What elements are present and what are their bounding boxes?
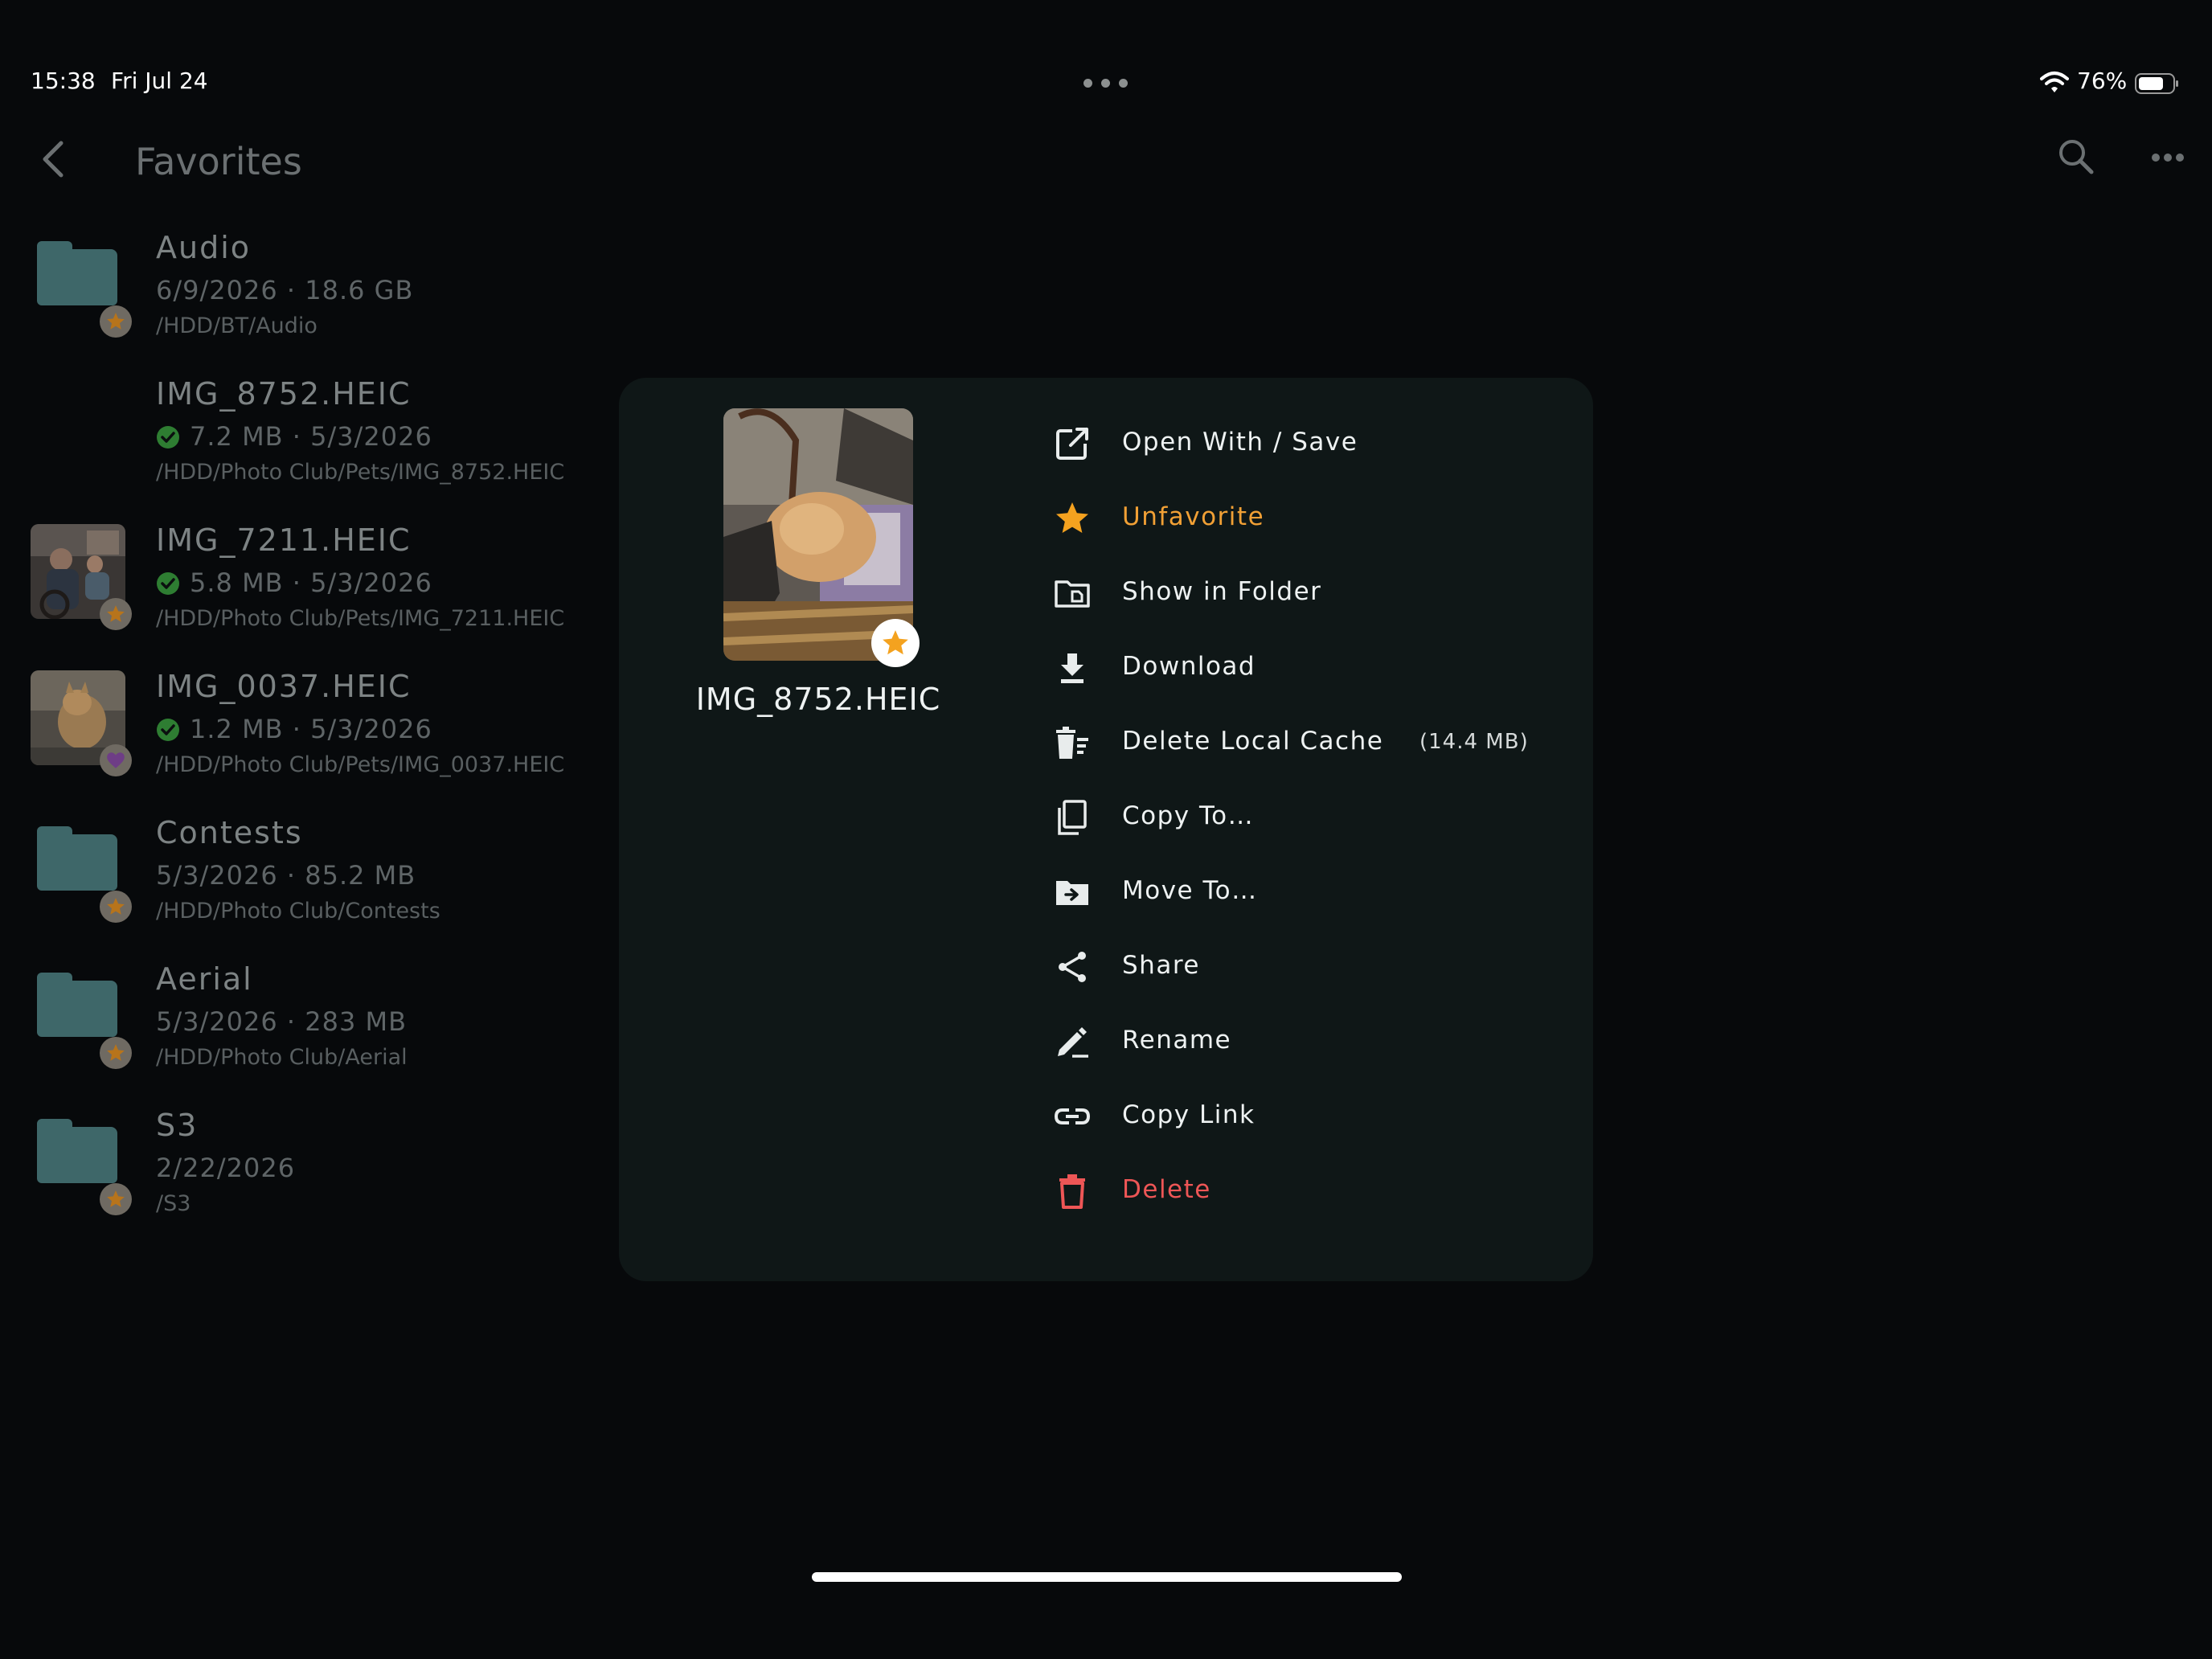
list-item[interactable]: IMG_0037.HEIC 1.2 MB · 5/3/2026 /HDD/Pho… xyxy=(0,656,611,801)
status-bar: 15:38 Fri Jul 24 76% xyxy=(0,0,2212,113)
multitasking-dots-icon[interactable] xyxy=(1083,79,1129,88)
item-meta: 1.2 MB · 5/3/2026 xyxy=(156,714,432,744)
synced-check-icon xyxy=(157,719,179,741)
menu-label: Copy Link xyxy=(1122,1100,1256,1129)
item-path: /HDD/Photo Club/Pets/IMG_8752.HEIC xyxy=(156,460,565,485)
back-chevron-icon[interactable] xyxy=(39,138,68,180)
menu-label: Rename xyxy=(1122,1026,1232,1055)
folder-icon xyxy=(37,1119,117,1183)
more-options-icon[interactable] xyxy=(2151,153,2185,162)
menu-label: Unfavorite xyxy=(1122,502,1265,531)
preview-file-name: IMG_8752.HEIC xyxy=(695,682,941,717)
list-item[interactable]: IMG_8752.HEIC 7.2 MB · 5/3/2026 /HDD/Pho… xyxy=(0,363,611,508)
favorite-star-badge-icon xyxy=(871,619,920,667)
menu-label: Show in Folder xyxy=(1122,577,1322,606)
menu-item-unfavorite[interactable]: Unfavorite xyxy=(1053,486,1567,551)
folder-show-icon xyxy=(1055,580,1090,608)
menu-item-download[interactable]: Download xyxy=(1053,636,1567,700)
trash-icon xyxy=(1059,1174,1085,1209)
menu-item-move-to[interactable]: Move To… xyxy=(1053,860,1567,924)
list-item[interactable]: Contests 5/3/2026 · 85.2 MB /HDD/Photo C… xyxy=(0,802,611,947)
item-name: S3 xyxy=(156,1108,199,1143)
menu-label: Move To… xyxy=(1122,876,1258,905)
wifi-icon xyxy=(2040,72,2069,92)
favorite-star-badge-icon xyxy=(100,1183,132,1215)
menu-item-open-with[interactable]: Open With / Save xyxy=(1053,412,1567,476)
favorite-star-badge-icon xyxy=(100,891,132,923)
item-name: Audio xyxy=(156,230,252,265)
item-name: IMG_7211.HEIC xyxy=(156,522,412,558)
item-meta-text: 1.2 MB · 5/3/2026 xyxy=(190,714,432,744)
item-path: /HDD/BT/Audio xyxy=(156,313,317,338)
item-name: Contests xyxy=(156,815,303,850)
menu-item-delete-local-cache[interactable]: Delete Local Cache (14.4 MB) xyxy=(1053,711,1567,775)
open-external-icon xyxy=(1056,428,1090,460)
menu-item-rename[interactable]: Rename xyxy=(1053,1010,1567,1074)
battery-percent: 76% xyxy=(2077,68,2128,94)
rename-icon xyxy=(1058,1027,1088,1058)
copy-icon xyxy=(1058,800,1087,835)
synced-check-icon xyxy=(157,426,179,449)
list-item[interactable]: S3 2/22/2026 /S3 xyxy=(0,1095,611,1239)
item-meta: 5/3/2026 · 283 MB xyxy=(156,1006,408,1037)
cache-size: (14.4 MB) xyxy=(1419,730,1529,754)
menu-item-share[interactable]: Share xyxy=(1053,935,1567,999)
folder-icon xyxy=(37,826,117,891)
item-name: Aerial xyxy=(156,961,253,997)
share-icon xyxy=(1059,952,1086,982)
item-meta: 5/3/2026 · 85.2 MB xyxy=(156,860,416,891)
menu-item-copy-link[interactable]: Copy Link xyxy=(1053,1084,1567,1149)
page-title: Favorites xyxy=(135,140,302,183)
home-indicator[interactable] xyxy=(812,1572,1402,1582)
item-path: /S3 xyxy=(156,1191,191,1216)
battery-icon xyxy=(2135,73,2178,94)
item-meta: 2/22/2026 xyxy=(156,1153,296,1183)
item-name: IMG_0037.HEIC xyxy=(156,669,412,704)
item-meta: 6/9/2026 · 18.6 GB xyxy=(156,275,414,305)
status-time: 15:38 xyxy=(31,68,96,94)
menu-label: Delete xyxy=(1122,1175,1211,1204)
move-folder-icon xyxy=(1056,881,1088,905)
list-item[interactable]: Audio 6/9/2026 · 18.6 GB /HDD/BT/Audio xyxy=(0,217,611,362)
star-icon xyxy=(1056,502,1088,533)
search-icon[interactable] xyxy=(2056,137,2096,177)
menu-label: Copy To… xyxy=(1122,801,1255,830)
item-name: IMG_8752.HEIC xyxy=(156,376,412,412)
download-icon xyxy=(1061,653,1083,683)
synced-check-icon xyxy=(157,572,179,595)
menu-item-copy-to[interactable]: Copy To… xyxy=(1053,785,1567,850)
delete-cache-icon xyxy=(1056,727,1088,759)
favorite-heart-badge-icon xyxy=(100,744,132,776)
app-header: Favorites xyxy=(0,121,2212,201)
favorite-star-badge-icon xyxy=(100,598,132,630)
favorite-star-badge-icon xyxy=(100,1037,132,1069)
folder-icon xyxy=(37,973,117,1037)
menu-label: Open With / Save xyxy=(1122,428,1358,457)
favorite-star-badge-icon xyxy=(100,305,132,338)
item-path: /HDD/Photo Club/Aerial xyxy=(156,1045,408,1070)
menu-label: Delete Local Cache xyxy=(1122,727,1384,756)
context-menu: IMG_8752.HEIC Open With / Save Unfavorit… xyxy=(619,378,1593,1281)
folder-icon xyxy=(37,241,117,305)
menu-item-show-in-folder[interactable]: Show in Folder xyxy=(1053,561,1567,625)
item-path: /HDD/Photo Club/Pets/IMG_7211.HEIC xyxy=(156,606,565,631)
link-icon xyxy=(1054,1108,1091,1124)
item-path: /HDD/Photo Club/Pets/IMG_0037.HEIC xyxy=(156,752,565,777)
menu-label: Share xyxy=(1122,951,1200,980)
item-path: /HDD/Photo Club/Contests xyxy=(156,899,440,924)
item-meta: 5.8 MB · 5/3/2026 xyxy=(156,567,432,598)
menu-item-delete[interactable]: Delete xyxy=(1053,1159,1567,1223)
item-meta-text: 5.8 MB · 5/3/2026 xyxy=(190,567,432,598)
item-meta-text: 7.2 MB · 5/3/2026 xyxy=(190,421,432,452)
item-meta: 7.2 MB · 5/3/2026 xyxy=(156,421,432,452)
status-date: Fri Jul 24 xyxy=(111,68,208,94)
list-item[interactable]: Aerial 5/3/2026 · 283 MB /HDD/Photo Club… xyxy=(0,948,611,1093)
screen: 15:38 Fri Jul 24 76% Favorites Audio 6/9… xyxy=(0,0,2212,1659)
menu-label: Download xyxy=(1122,652,1256,681)
list-item[interactable]: IMG_7211.HEIC 5.8 MB · 5/3/2026 /HDD/Pho… xyxy=(0,510,611,654)
